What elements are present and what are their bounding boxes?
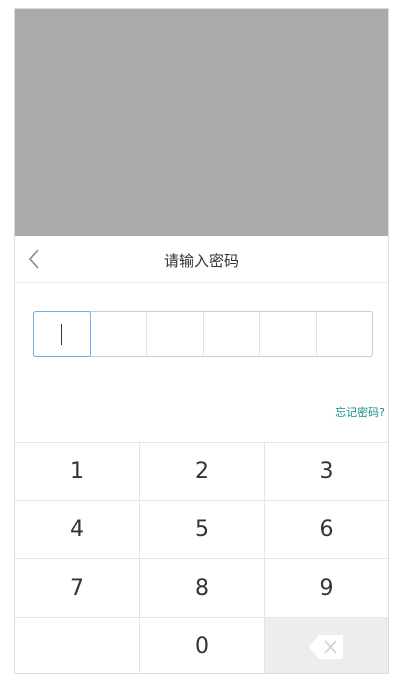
dim-overlay[interactable] (15, 9, 388, 236)
number-keypad: 1 2 3 4 5 6 7 8 9 0 (15, 442, 388, 673)
phone-frame: 请输入密码 忘记密码? 1 2 3 4 5 6 7 8 9 0 (14, 8, 389, 674)
pin-cell-5[interactable] (260, 312, 317, 356)
key-2[interactable]: 2 (140, 443, 265, 501)
pin-cell-1[interactable] (33, 311, 91, 357)
sheet-header: 请输入密码 (15, 236, 388, 283)
backspace-icon (308, 634, 343, 659)
pin-input[interactable] (33, 311, 373, 357)
key-8[interactable]: 8 (140, 559, 265, 618)
pin-cell-3[interactable] (147, 312, 204, 356)
forgot-password-link[interactable]: 忘记密码? (335, 404, 385, 420)
key-3[interactable]: 3 (265, 443, 388, 501)
key-blank (15, 618, 140, 673)
key-5[interactable]: 5 (140, 501, 265, 559)
delete-button[interactable] (265, 618, 388, 673)
pin-cell-4[interactable] (204, 312, 260, 356)
password-sheet: 请输入密码 忘记密码? 1 2 3 4 5 6 7 8 9 0 (15, 236, 388, 673)
page-title: 请输入密码 (163, 252, 239, 270)
key-1[interactable]: 1 (15, 443, 140, 501)
key-9[interactable]: 9 (265, 559, 388, 618)
pin-cell-6[interactable] (317, 312, 373, 356)
key-6[interactable]: 6 (265, 501, 388, 559)
key-4[interactable]: 4 (15, 501, 140, 559)
key-0[interactable]: 0 (140, 618, 265, 673)
pin-cell-2[interactable] (91, 312, 147, 356)
key-7[interactable]: 7 (15, 559, 140, 618)
text-cursor (61, 324, 62, 345)
